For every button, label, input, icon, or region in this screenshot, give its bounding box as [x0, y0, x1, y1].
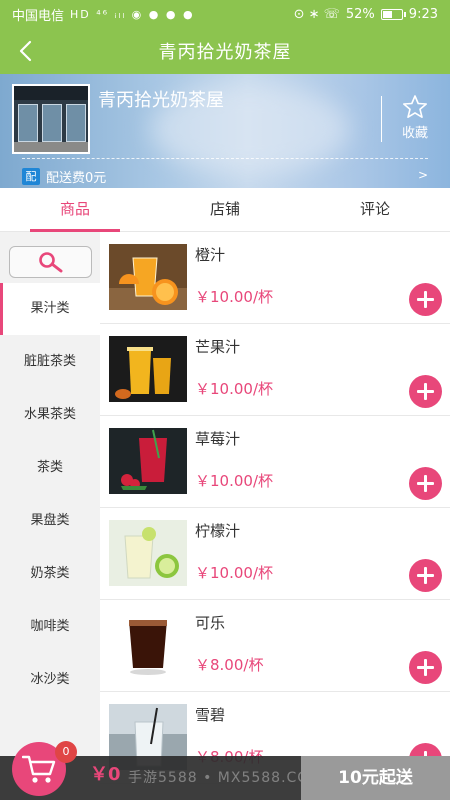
category-item-juice[interactable]: 果汁类 — [0, 283, 100, 335]
product-name: 柠檬汁 — [195, 522, 241, 540]
chevron-right-icon[interactable]: > — [418, 168, 428, 182]
add-to-cart-button[interactable] — [409, 375, 442, 408]
product-item[interactable]: 柠檬汁 ￥10.00/杯 — [100, 508, 450, 600]
product-item[interactable]: 草莓汁 ￥10.00/杯 — [100, 416, 450, 508]
shop-name: 青丙拾光奶茶屋 — [98, 90, 224, 111]
category-sidebar: 果汁类 脏脏茶类 水果茶类 茶类 果盘类 奶茶类 咖啡类 冰沙类 — [0, 232, 100, 800]
add-to-cart-button[interactable] — [409, 651, 442, 684]
product-image — [109, 428, 187, 494]
product-image — [109, 612, 187, 678]
product-item[interactable]: 芒果汁 ￥10.00/杯 — [100, 324, 450, 416]
product-name: 橙汁 — [195, 246, 226, 264]
search-icon — [39, 252, 63, 273]
cart-total: ￥0 — [90, 764, 121, 785]
category-item-milk-tea[interactable]: 奶茶类 — [0, 548, 100, 600]
tab-bar: 商品 店铺 评论 — [0, 188, 450, 232]
nav-bar: 青丙拾光奶茶屋 — [0, 28, 450, 74]
shop-photo — [12, 84, 90, 154]
product-name: 芒果汁 — [195, 338, 241, 356]
system-icons: ⊙ ∗ ☏ — [293, 6, 340, 22]
cart-count-badge: 0 — [55, 741, 77, 763]
product-item[interactable]: 可乐 ￥8.00/杯 — [100, 600, 450, 692]
category-item-tea[interactable]: 茶类 — [0, 442, 100, 494]
product-image — [109, 520, 187, 586]
chevron-left-icon[interactable] — [14, 38, 40, 64]
delivery-info: 配 配送费0元 — [22, 167, 106, 186]
category-item-smoothie[interactable]: 冰沙类 — [0, 654, 100, 706]
product-name: 草莓汁 — [195, 430, 241, 448]
status-bar: 中国电信 HD ⁴⁶ ᵢₗₗ ◉ ● ● ● ⊙ ∗ ☏ 52% 9:23 — [0, 0, 450, 28]
cart-icon — [22, 755, 56, 783]
add-to-cart-button[interactable] — [409, 559, 442, 592]
product-image — [109, 244, 187, 310]
product-price: ￥8.00/杯 — [195, 656, 264, 674]
star-icon — [402, 95, 428, 119]
tab-shop[interactable]: 店铺 — [150, 188, 300, 231]
clock: 9:23 — [408, 6, 438, 22]
watermark: 手游5588 • MX5588.COM — [128, 770, 323, 786]
category-item-fruit-tea[interactable]: 水果茶类 — [0, 389, 100, 441]
tab-reviews[interactable]: 评论 — [300, 188, 450, 231]
product-price: ￥10.00/杯 — [195, 288, 273, 306]
shop-header: 青丙拾光奶茶屋 收藏 配 配送费0元 > — [0, 74, 450, 188]
product-price: ￥10.00/杯 — [195, 380, 273, 398]
tab-products[interactable]: 商品 — [0, 188, 150, 232]
min-order-button[interactable]: 10元起送 — [301, 756, 450, 800]
battery-icon — [380, 8, 406, 20]
category-item-fruit-platter[interactable]: 果盘类 — [0, 495, 100, 547]
page-title: 青丙拾光奶茶屋 — [158, 42, 292, 63]
add-to-cart-button[interactable] — [409, 283, 442, 316]
category-item-dirty-tea[interactable]: 脏脏茶类 — [0, 336, 100, 388]
search-button[interactable] — [9, 246, 92, 278]
product-name: 雪碧 — [195, 706, 226, 724]
add-to-cart-button[interactable] — [409, 467, 442, 500]
delivery-fee: 配送费0元 — [46, 171, 107, 186]
favorite-label: 收藏 — [401, 126, 428, 141]
favorite-button[interactable]: 收藏 — [392, 94, 438, 141]
delivery-badge: 配 — [22, 168, 40, 185]
product-name: 可乐 — [195, 614, 226, 632]
product-price: ￥10.00/杯 — [195, 472, 273, 490]
battery-percent: 52% — [345, 6, 375, 22]
category-item-coffee[interactable]: 咖啡类 — [0, 601, 100, 653]
product-item[interactable]: 橙汁 ￥10.00/杯 — [100, 232, 450, 324]
product-image — [109, 336, 187, 402]
carrier-label: 中国电信 — [12, 8, 65, 24]
product-price: ￥10.00/杯 — [195, 564, 273, 582]
signal-icons: HD ⁴⁶ ᵢₗₗ ◉ ● ● ● — [70, 7, 195, 21]
